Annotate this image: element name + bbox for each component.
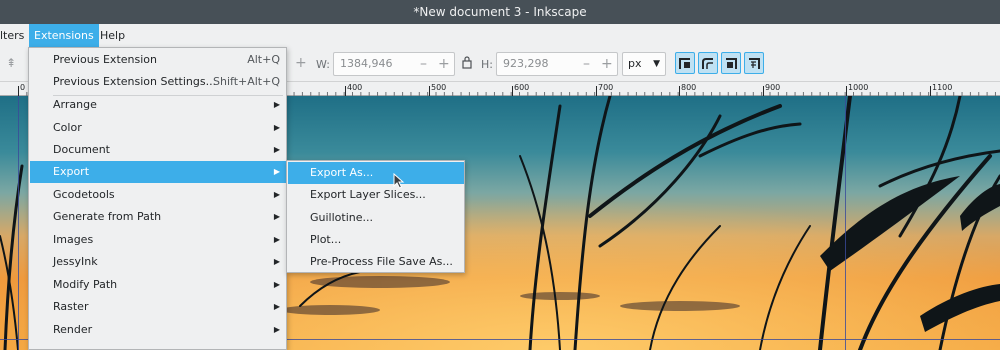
menu-item-modify-path[interactable]: Modify Path ▶ xyxy=(30,274,286,296)
scale-corners-icon xyxy=(702,58,713,69)
menu-item-label: Document xyxy=(53,143,110,156)
width-increment[interactable]: + xyxy=(438,53,450,75)
menu-item-label: Arrange xyxy=(53,98,97,111)
ruler-label: 600 xyxy=(514,83,530,92)
height-value: 923,298 xyxy=(503,57,549,70)
submenu-arrow-icon: ▶ xyxy=(273,280,280,289)
submenu-arrow-icon: ▶ xyxy=(273,145,280,154)
menu-item-document[interactable]: Document ▶ xyxy=(30,139,286,161)
shortcut-label: Shift+Alt+Q xyxy=(213,75,280,88)
menu-item-label: Images xyxy=(53,233,94,246)
submenu-arrow-icon: ▶ xyxy=(273,123,280,132)
window-title: *New document 3 - Inkscape xyxy=(413,5,587,19)
menu-filters[interactable]: lters xyxy=(0,24,29,47)
submenu-arrow-icon: ▶ xyxy=(273,167,280,176)
ruler-label: 0 xyxy=(20,83,26,92)
menu-item-label: Export xyxy=(53,165,90,178)
menu-item-jessyink[interactable]: JessyInk ▶ xyxy=(30,251,286,273)
x-increment-button[interactable]: + xyxy=(295,55,307,71)
shortcut-label: Alt+Q xyxy=(247,53,280,66)
ruler-label: 1100 xyxy=(932,83,953,92)
menu-item-label: Gcodetools xyxy=(53,188,115,201)
menu-item-label: Previous Extension Settings... xyxy=(53,75,217,88)
height-field[interactable]: 923,298 – + xyxy=(496,52,618,76)
extensions-menu: Previous Extension Alt+Q Previous Extens… xyxy=(28,47,287,350)
align-icon[interactable]: ⇞ xyxy=(6,56,16,70)
move-gradients-icon xyxy=(726,58,737,69)
move-patterns-icon xyxy=(749,58,760,69)
height-decrement[interactable]: – xyxy=(583,53,590,75)
scale-stroke-toggle[interactable] xyxy=(675,52,695,74)
menu-item-previous-extension[interactable]: Previous Extension Alt+Q xyxy=(30,49,286,71)
ruler-label: 900 xyxy=(765,83,781,92)
menu-item-label: Raster xyxy=(53,300,89,313)
chevron-down-icon: ▼ xyxy=(653,59,660,69)
height-increment[interactable]: + xyxy=(601,53,613,75)
ruler-label: 1000 xyxy=(848,83,869,92)
mouse-cursor-icon xyxy=(393,172,405,192)
submenu-arrow-icon: ▶ xyxy=(273,235,280,244)
menu-item-label: Render xyxy=(53,323,93,336)
menu-item-label: Generate from Path xyxy=(53,210,162,223)
ruler-label: 500 xyxy=(431,83,447,92)
unit-select[interactable]: px ▼ xyxy=(622,52,666,76)
move-patterns-toggle[interactable] xyxy=(744,52,764,74)
move-gradients-toggle[interactable] xyxy=(721,52,741,74)
ruler-label: 800 xyxy=(681,83,697,92)
menu-item-gcodetools[interactable]: Gcodetools ▶ xyxy=(30,184,286,206)
submenu-arrow-icon: ▶ xyxy=(273,325,280,334)
scale-stroke-icon xyxy=(679,58,690,69)
menu-extensions[interactable]: Extensions xyxy=(29,24,99,47)
menu-item-images[interactable]: Images ▶ xyxy=(30,229,286,251)
menu-item-pre-process-file-save-as[interactable]: Pre-Process File Save As... xyxy=(288,251,464,273)
menu-item-label: Previous Extension xyxy=(53,53,157,66)
width-decrement[interactable]: – xyxy=(420,53,427,75)
width-value: 1384,946 xyxy=(340,57,393,70)
submenu-arrow-icon: ▶ xyxy=(273,302,280,311)
menu-item-generate-from-path[interactable]: Generate from Path ▶ xyxy=(30,206,286,228)
menu-item-render[interactable]: Render ▶ xyxy=(30,319,286,341)
unit-value: px xyxy=(628,57,642,70)
submenu-arrow-icon: ▶ xyxy=(273,212,280,221)
window-titlebar: *New document 3 - Inkscape xyxy=(0,0,1000,24)
height-label: H: xyxy=(481,58,493,71)
menubar: lters Extensions Help xyxy=(0,24,1000,47)
menu-item-export-as[interactable]: Export As... xyxy=(288,162,464,184)
menu-item-raster[interactable]: Raster ▶ xyxy=(30,296,286,318)
ruler-label: 400 xyxy=(347,83,363,92)
menu-item-export-layer-slices[interactable]: Export Layer Slices... xyxy=(288,184,464,206)
menu-item-export[interactable]: Export ▶ xyxy=(30,161,286,183)
menu-item-guillotine[interactable]: Guillotine... xyxy=(288,207,464,229)
scale-corners-toggle[interactable] xyxy=(698,52,718,74)
width-label: W: xyxy=(316,58,330,71)
width-field[interactable]: 1384,946 – + xyxy=(333,52,455,76)
lock-icon[interactable] xyxy=(461,55,473,72)
menu-item-label: JessyInk xyxy=(53,255,98,268)
menu-help[interactable]: Help xyxy=(95,24,130,47)
submenu-arrow-icon: ▶ xyxy=(273,190,280,199)
menu-item-label: Color xyxy=(53,121,82,134)
menu-item-plot[interactable]: Plot... xyxy=(288,229,464,251)
submenu-arrow-icon: ▶ xyxy=(273,257,280,266)
submenu-arrow-icon: ▶ xyxy=(273,100,280,109)
menu-item-color[interactable]: Color ▶ xyxy=(30,117,286,139)
export-submenu: Export As... Export Layer Slices... Guil… xyxy=(286,160,465,273)
ruler-label: 700 xyxy=(598,83,614,92)
menu-item-label: Modify Path xyxy=(53,278,118,291)
menu-item-previous-extension-settings[interactable]: Previous Extension Settings... Shift+Alt… xyxy=(30,71,286,93)
menu-item-arrange[interactable]: Arrange ▶ xyxy=(30,94,286,116)
